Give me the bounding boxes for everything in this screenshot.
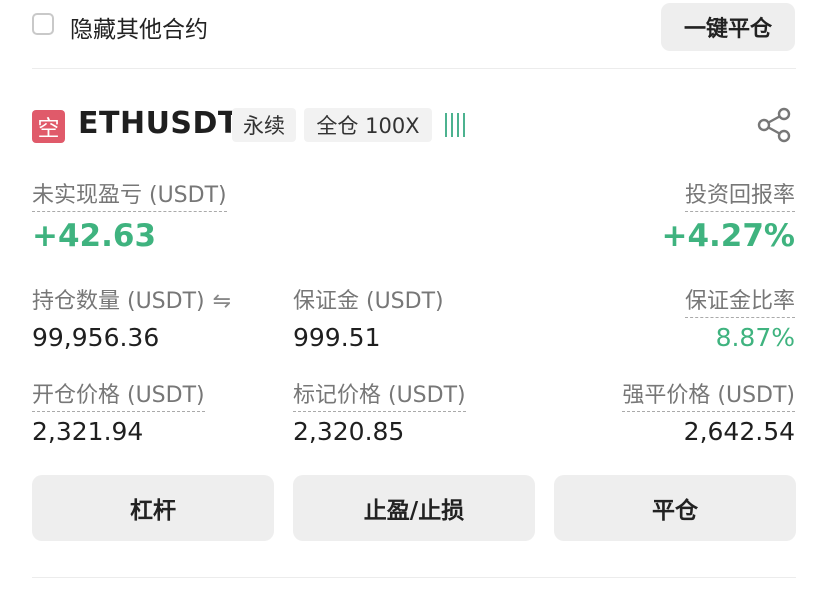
adl-indicator-icon	[445, 113, 465, 139]
close-position-button[interactable]: 平仓	[554, 475, 796, 541]
entry-price-value: 2,321.94	[32, 417, 144, 446]
symbol-title: ETHUSDT	[78, 106, 239, 141]
liquidation-price-label[interactable]: 强平价格 (USDT)	[622, 377, 795, 412]
mark-price-value: 2,320.85	[293, 417, 405, 446]
margin-value: 999.51	[293, 323, 381, 352]
hide-other-contracts-label[interactable]: 隐藏其他合约	[70, 10, 208, 44]
liquidation-price-value: 2,642.54	[683, 417, 795, 446]
top-divider	[32, 68, 796, 69]
bottom-divider	[32, 577, 796, 578]
tp-sl-button[interactable]: 止盈/止损	[293, 475, 535, 541]
unrealized-pnl-value: +42.63	[32, 218, 157, 254]
margin-label: 保证金 (USDT)	[293, 289, 444, 314]
quantity-label-text: 持仓数量 (USDT)	[32, 289, 205, 314]
mark-price-label[interactable]: 标记价格 (USDT)	[293, 377, 466, 412]
quantity-label: 持仓数量 (USDT) ⇋	[32, 283, 231, 317]
margin-ratio-value: 8.87%	[715, 323, 795, 352]
swap-icon[interactable]: ⇋	[213, 289, 231, 314]
entry-price-label[interactable]: 开仓价格 (USDT)	[32, 377, 205, 412]
margin-ratio-label[interactable]: 保证金比率	[684, 283, 795, 318]
contract-type-tag: 永续	[232, 108, 296, 142]
unrealized-pnl-label[interactable]: 未实现盈亏 (USDT)	[32, 177, 227, 212]
roi-value: +4.27%	[661, 218, 795, 254]
roi-label[interactable]: 投资回报率	[684, 177, 795, 212]
leverage-button[interactable]: 杠杆	[32, 475, 274, 541]
margin-mode-tag: 全仓 100X	[304, 108, 432, 142]
short-side-badge: 空	[32, 110, 65, 143]
close-all-button[interactable]: 一键平仓	[661, 3, 795, 51]
quantity-value: 99,956.36	[32, 323, 160, 352]
share-icon[interactable]	[755, 106, 793, 144]
hide-other-contracts-checkbox[interactable]	[32, 13, 54, 35]
